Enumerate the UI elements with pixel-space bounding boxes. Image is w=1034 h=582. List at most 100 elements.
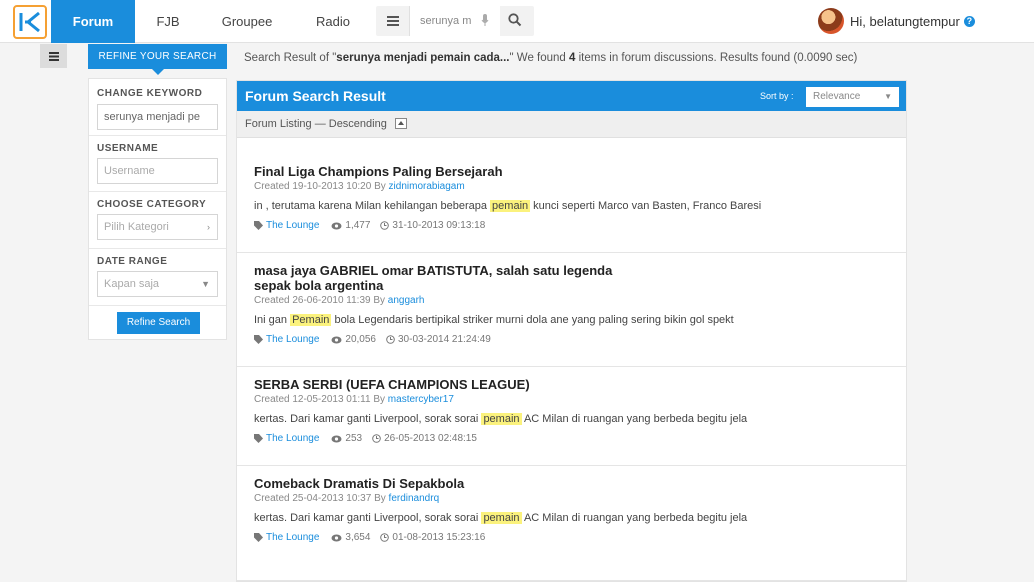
summary-query: serunya menjadi pemain cada... xyxy=(336,52,510,64)
forum-listing-bar: Forum Listing — Descending xyxy=(237,111,906,138)
result-last-post-date: 26-05-2013 02:48:15 xyxy=(384,433,477,444)
user-greeting[interactable]: Hi, belatungtempur xyxy=(850,14,960,29)
result-meta: Created 26-06-2010 11:39 By anggarh xyxy=(254,295,425,306)
result-snippet: kertas. Dari kamar ganti Liverpool, sora… xyxy=(254,512,747,524)
tag-icon xyxy=(254,533,263,542)
result-snippet: in , terutama karena Milan kehilangan be… xyxy=(254,200,761,212)
result-created: Created 12-05-2013 01:11 By xyxy=(254,394,388,405)
result-views: 253 xyxy=(345,433,363,444)
eye-icon xyxy=(331,336,342,343)
tab-groupee[interactable]: Groupee xyxy=(211,0,283,43)
tab-radio[interactable]: Radio xyxy=(304,0,362,43)
sort-select[interactable]: Relevance ▼ xyxy=(806,87,899,107)
tab-fjb[interactable]: FJB xyxy=(143,0,193,43)
listing-label: Forum Listing — Descending xyxy=(245,118,387,130)
summary-middle: " We found xyxy=(509,52,570,64)
clock-icon xyxy=(372,434,381,443)
tab-forum[interactable]: Forum xyxy=(51,0,135,43)
logo-icon xyxy=(19,11,40,33)
result-category-link[interactable]: The Lounge xyxy=(266,334,319,345)
result-created: Created 25-04-2013 10:37 By xyxy=(254,493,389,504)
eye-icon xyxy=(331,435,342,442)
result-views: 20,056 xyxy=(345,334,376,345)
snippet-highlight: pemain xyxy=(490,200,531,212)
microphone-icon[interactable] xyxy=(481,14,489,27)
sort-order-toggle-icon[interactable] xyxy=(394,117,407,129)
result-meta: Created 25-04-2013 10:37 By ferdinandrq xyxy=(254,493,439,504)
snippet-pre: in , terutama karena Milan kehilangan be… xyxy=(254,200,491,212)
result-author-link[interactable]: anggarh xyxy=(388,295,425,306)
clock-icon xyxy=(380,221,390,230)
result-last-post-date: 01-08-2013 15:23:16 xyxy=(392,532,486,543)
refine-search-button[interactable]: Refine Search xyxy=(117,312,200,334)
category-select[interactable]: Pilih Kategori › xyxy=(97,214,218,240)
result-meta: Created 12-05-2013 01:11 By mastercyber1… xyxy=(254,394,454,405)
date-range-value: Kapan saja xyxy=(104,278,160,290)
username-input[interactable]: Username xyxy=(97,158,218,184)
hamburger-icon xyxy=(48,51,59,61)
snippet-highlight: pemain xyxy=(481,413,522,425)
date-range-select[interactable]: Kapan saja ▼ xyxy=(97,271,218,297)
category-label: CHOOSE CATEGORY xyxy=(97,199,207,210)
result-category-link[interactable]: The Lounge xyxy=(266,532,319,543)
result-footer: The Lounge 1,477 31-10-2013 09:13:18 xyxy=(254,220,485,231)
snippet-highlight: Pemain xyxy=(290,314,332,326)
sort-label: Sort by : xyxy=(760,91,794,101)
snippet-pre: kertas. Dari kamar ganti Liverpool, sora… xyxy=(254,413,482,425)
result-last-post-date: 30-03-2014 21:24:49 xyxy=(397,334,491,345)
keyword-label: CHANGE KEYWORD xyxy=(97,88,203,99)
result-footer: The Lounge 253 26-05-2013 02:48:15 xyxy=(254,433,477,444)
result-author-link[interactable]: mastercyber17 xyxy=(388,394,454,405)
result-snippet: kertas. Dari kamar ganti Liverpool, sora… xyxy=(254,413,747,425)
category-section: CHOOSE CATEGORY Pilih Kategori › xyxy=(89,192,226,249)
username-label: USERNAME xyxy=(97,143,159,154)
kaskus-logo[interactable] xyxy=(13,5,47,39)
avatar[interactable] xyxy=(818,8,844,34)
snippet-post: bola Legendaris bertipikal striker murni… xyxy=(331,314,734,326)
result-item: Final Liga Champions Paling Bersejarah C… xyxy=(237,154,906,253)
result-title-link[interactable]: Final Liga Champions Paling Bersejarah xyxy=(254,164,634,179)
keyword-section: CHANGE KEYWORD serunya menjadi pe xyxy=(89,79,226,136)
result-snippet: Ini gan Pemain bola Legendaris bertipika… xyxy=(254,314,734,326)
result-title-link[interactable]: masa jaya GABRIEL omar BATISTUTA, salah … xyxy=(254,263,634,293)
result-item: Comeback Dramatis Di Sepakbola Created 2… xyxy=(237,466,906,581)
result-title-link[interactable]: Comeback Dramatis Di Sepakbola xyxy=(254,476,634,491)
snippet-post: kunci seperti Marco van Basten, Franco B… xyxy=(530,200,762,212)
result-author-link[interactable]: ferdinandrq xyxy=(389,493,440,504)
hamburger-menu-button[interactable] xyxy=(376,6,410,36)
hamburger-icon xyxy=(386,16,399,26)
help-icon[interactable]: ? xyxy=(963,15,975,27)
search-results-panel: Forum Search Result Sort by : Relevance … xyxy=(236,80,907,582)
result-title-link[interactable]: SERBA SERBI (UEFA CHAMPIONS LEAGUE) xyxy=(254,377,634,392)
chevron-down-icon: ▼ xyxy=(884,92,892,101)
snippet-post: AC Milan di ruangan yang berbeda begitu … xyxy=(521,413,748,425)
results-header: Forum Search Result Sort by : Relevance … xyxy=(237,81,906,111)
top-navbar: Forum FJB Groupee Radio Hi, belatungtemp… xyxy=(0,0,1034,43)
username-section: USERNAME Username xyxy=(89,136,226,192)
snippet-post: AC Milan di ruangan yang berbeda begitu … xyxy=(521,512,748,524)
search-icon[interactable] xyxy=(508,13,522,27)
search-bar xyxy=(376,6,534,36)
date-range-label: DATE RANGE xyxy=(97,256,168,267)
tag-icon xyxy=(254,434,263,443)
result-footer: The Lounge 20,056 30-03-2014 21:24:49 xyxy=(254,334,491,345)
result-author-link[interactable]: zidnimorabiagam xyxy=(389,181,465,192)
sidebar-toggle-button[interactable] xyxy=(40,44,67,68)
tag-icon xyxy=(254,335,263,344)
result-meta: Created 19-10-2013 10:20 By zidnimorabia… xyxy=(254,181,465,192)
chevron-down-icon: ▼ xyxy=(201,279,210,289)
result-category-link[interactable]: The Lounge xyxy=(266,220,319,231)
user-menu[interactable]: Hi, belatungtempur ? xyxy=(818,8,975,34)
results-title: Forum Search Result xyxy=(245,88,386,104)
search-summary: Search Result of "serunya menjadi pemain… xyxy=(236,44,906,72)
result-last-post-date: 31-10-2013 09:13:18 xyxy=(392,220,486,231)
summary-prefix: Search Result of " xyxy=(244,52,337,64)
result-category-link[interactable]: The Lounge xyxy=(266,433,319,444)
keyword-input[interactable]: serunya menjadi pe xyxy=(97,104,218,130)
category-value: Pilih Kategori xyxy=(104,221,169,233)
refine-sidebar: CHANGE KEYWORD serunya menjadi pe USERNA… xyxy=(88,78,227,340)
clock-icon xyxy=(380,533,390,542)
clock-icon xyxy=(386,335,395,344)
result-views: 1,477 xyxy=(345,220,371,231)
eye-icon xyxy=(331,222,342,229)
